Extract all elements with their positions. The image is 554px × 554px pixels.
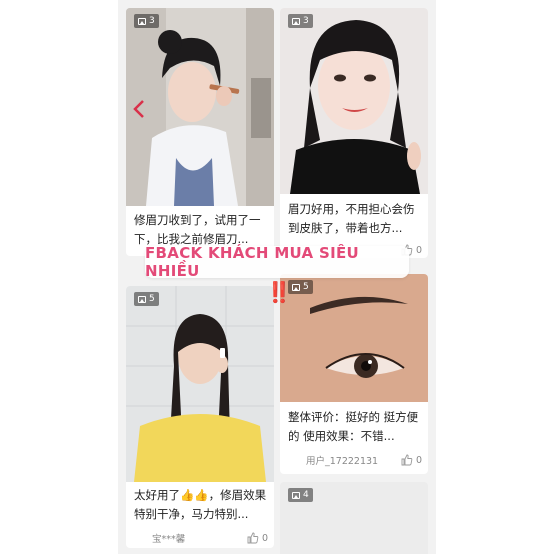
like-count: 0 [415, 244, 422, 256]
review-card-1[interactable]: 3 修眉刀收到了，试用了一下，比我之前修眉刀... [126, 8, 274, 256]
image-count-icon [138, 295, 146, 303]
image-count: 5 [149, 294, 155, 304]
image-count: 5 [303, 282, 309, 292]
image-count-badge: 3 [134, 14, 159, 28]
image-count-icon [292, 17, 300, 25]
review-photo-2[interactable] [280, 8, 428, 194]
review-card-4[interactable]: 5 整体评价：挺好的 挺方便的 使用效果：不错... 用户_17222131 0 [280, 274, 428, 474]
thumbs-up-icon [247, 532, 259, 544]
like-count: 0 [261, 532, 268, 544]
image-count: 4 [303, 490, 309, 500]
image-count-badge: 4 [288, 488, 313, 502]
review-photo-1[interactable] [126, 8, 274, 206]
image-count-icon [138, 17, 146, 25]
review-meta: 宝***馨 0 [134, 530, 268, 546]
review-meta: 用户_17222131 0 [288, 452, 422, 468]
image-count: 3 [303, 16, 309, 26]
double-exclamation-icon: ‼️ [266, 280, 292, 304]
promo-banner: FBACK KHÁCH MUA SIÊU NHIỀU [145, 244, 409, 280]
image-count: 3 [149, 16, 155, 26]
like-button[interactable]: 0 [401, 454, 422, 466]
chevron-left-icon[interactable] [132, 98, 146, 120]
image-count-icon [292, 491, 300, 499]
image-count-badge: 5 [134, 292, 159, 306]
image-count-badge: 3 [288, 14, 313, 28]
review-card-3[interactable]: 5 太好用了👍👍，修眉效果特别干净，马力特别... 宝***馨 0 [126, 286, 274, 548]
review-card-5[interactable]: 4 [280, 482, 428, 554]
review-photo-3[interactable] [126, 286, 274, 482]
like-count: 0 [415, 454, 422, 466]
reviewer-name: 宝***馨 [152, 534, 186, 545]
banner-text: FBACK KHÁCH MUA SIÊU NHIỀU [145, 244, 360, 280]
review-caption[interactable]: 眉刀好用，不用担心会伤到皮肤了，带着也方... [288, 200, 422, 240]
reviewer-name: 用户_17222131 [306, 456, 379, 467]
review-card-2[interactable]: 3 眉刀好用，不用担心会伤到皮肤了，带着也方... 0 [280, 8, 428, 258]
thumbs-up-icon [401, 454, 413, 466]
review-caption[interactable]: 太好用了👍👍，修眉效果特别干净，马力特别... [134, 486, 268, 526]
review-caption[interactable]: 整体评价：挺好的 挺方便的 使用效果：不错... [288, 408, 422, 448]
like-button[interactable]: 0 [247, 532, 268, 544]
